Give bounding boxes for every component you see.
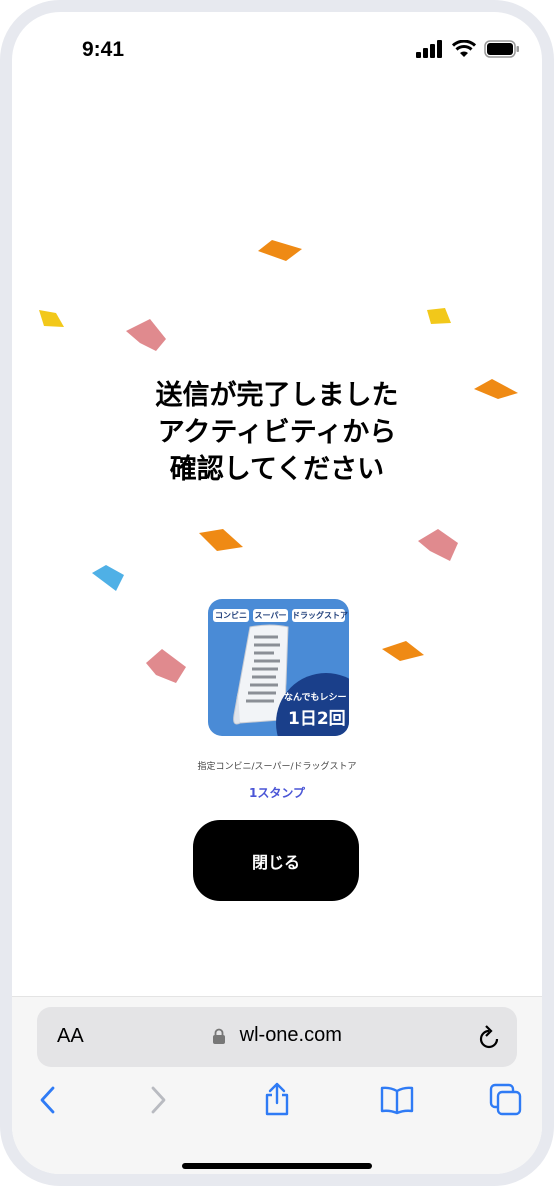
- message-line-1: 送信が完了しました: [155, 380, 399, 411]
- status-icons: [416, 40, 520, 58]
- reward-image: コンビニ スーパー ドラッグストア なんでもレシート 1日2回: [208, 599, 349, 736]
- reload-icon[interactable]: [477, 1024, 501, 1050]
- forward-icon[interactable]: [148, 1085, 168, 1115]
- confetti-yellow: [427, 308, 451, 324]
- signal-icon: [416, 40, 442, 58]
- close-button[interactable]: 閉じる: [193, 820, 359, 901]
- battery-icon: [484, 40, 519, 58]
- confetti-pink: [126, 319, 166, 351]
- stamp-count: 1スタンプ: [249, 786, 305, 800]
- confetti-blue: [92, 565, 124, 591]
- confetti-yellow: [39, 310, 64, 327]
- tag-supermarket: スーパー: [253, 609, 288, 622]
- message-line-2: アクティビティから: [157, 417, 397, 448]
- reward-caption: 指定コンビニ/スーパー/ドラッグストア: [197, 762, 357, 772]
- tag-drugstore: ドラッグストア: [292, 609, 348, 622]
- completion-message: 送信が完了しました アクティビティから 確認してください: [12, 377, 542, 488]
- badge-title: 1日2回: [288, 709, 346, 729]
- back-icon[interactable]: [38, 1085, 58, 1115]
- url-text: wl-one.com: [239, 1024, 342, 1047]
- address-bar[interactable]: AA wl-one.com: [37, 1007, 517, 1067]
- confetti-pink: [146, 649, 186, 683]
- tag-convenience: コンビニ: [213, 609, 249, 622]
- home-indicator: [182, 1163, 372, 1169]
- confetti-pink: [418, 529, 458, 561]
- lock-icon: [213, 1028, 226, 1044]
- badge-subtitle: なんでもレシート: [284, 693, 349, 703]
- browser-toolbar: AA wl-one.com: [12, 996, 542, 1174]
- share-icon[interactable]: [262, 1081, 292, 1117]
- confetti-orange: [199, 529, 243, 551]
- screen: 9:41 送信が完了しました アクティビティから 確認してください コンビニ ス…: [12, 12, 542, 1174]
- bookmarks-icon[interactable]: [380, 1085, 414, 1115]
- tabs-icon[interactable]: [489, 1083, 523, 1117]
- status-time: 9:41: [82, 38, 125, 61]
- wifi-icon: [452, 40, 476, 57]
- confetti-orange: [382, 641, 424, 661]
- confetti-orange: [258, 240, 302, 261]
- message-line-3: 確認してください: [169, 454, 385, 485]
- url-display[interactable]: wl-one.com: [37, 1024, 517, 1047]
- phone-frame: 9:41 送信が完了しました アクティビティから 確認してください コンビニ ス…: [0, 0, 554, 1186]
